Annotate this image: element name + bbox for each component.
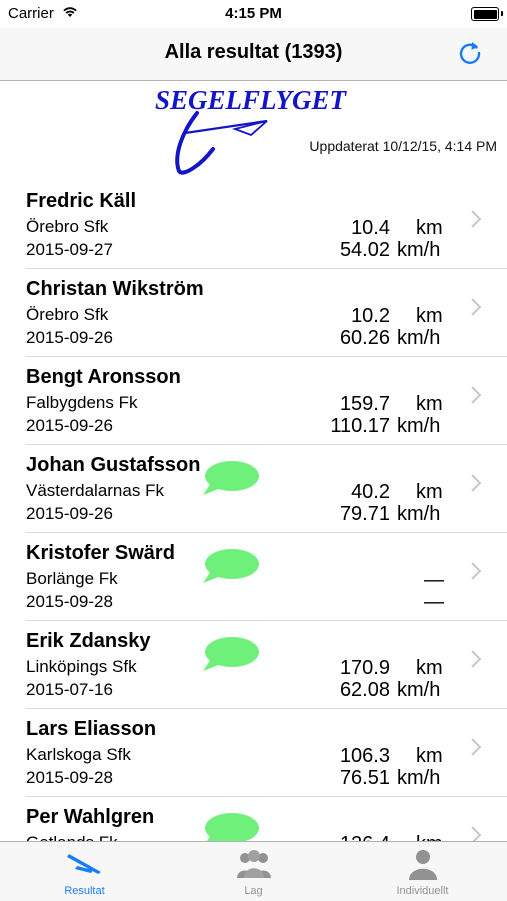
club-name: Karlskoga Sfk — [26, 745, 131, 764]
tab-bar: Resultat Lag Individuellt — [0, 841, 507, 901]
list-header: SEGELFLYGET Uppdaterat 10/12/15, 4:14 PM — [0, 81, 507, 181]
chevron-right-icon — [470, 473, 482, 493]
tab-resultat[interactable]: Resultat — [0, 842, 169, 901]
pilot-name: Per Wahlgren — [26, 806, 155, 828]
updated-timestamp: Uppdaterat 10/12/15, 4:14 PM — [309, 138, 497, 154]
club-name: Linköpings Sfk — [26, 657, 137, 676]
tab-individuellt[interactable]: Individuellt — [338, 842, 507, 901]
speed-value: 60.26 — [339, 327, 390, 349]
club-name: Falbygdens Fk — [26, 393, 138, 412]
segelflyget-logo: SEGELFLYGET — [155, 83, 355, 183]
comment-bubble-icon — [201, 547, 259, 587]
speed-value: 62.08 — [339, 679, 390, 701]
flight-date: 2015-09-26 — [26, 504, 113, 523]
pilot-name: Kristofer Swärd — [26, 542, 175, 564]
pilot-name: Christan Wikström — [26, 278, 204, 300]
speed-unit: km/h — [397, 767, 441, 789]
result-row[interactable]: Erik Zdansky Linköpings Sfk 2015-07-16 170.… — [0, 621, 507, 709]
result-row[interactable]: Per Wahlgren Gotlands Fk 126.4 km — [0, 797, 507, 841]
result-row[interactable]: Christan Wikström Örebro Sfk 2015-09-26 10.… — [0, 269, 507, 357]
pilot-name: Lars Eliasson — [26, 718, 157, 740]
distance-value: — — [424, 569, 444, 591]
speed-unit: km/h — [397, 327, 441, 349]
distance-unit: km — [416, 745, 443, 767]
tab-label-individuellt: Individuellt — [396, 885, 449, 897]
club-name: Borlänge Fk — [26, 569, 118, 588]
clock: 4:15 PM — [225, 5, 282, 22]
distance-unit: km — [416, 657, 443, 679]
flight-date: 2015-09-28 — [26, 592, 113, 611]
comment-bubble-icon — [201, 635, 259, 675]
tab-label-resultat: Resultat — [64, 885, 105, 897]
chevron-right-icon — [470, 385, 482, 405]
pilot-name: Fredric Käll — [26, 190, 137, 212]
pilot-name: Bengt Aronsson — [26, 366, 181, 388]
distance-unit: km — [416, 393, 443, 415]
speed-unit: km/h — [397, 239, 441, 261]
comment-bubble-icon — [201, 811, 259, 841]
distance-value: 10.4 — [351, 217, 390, 239]
distance-unit: km — [416, 217, 443, 239]
refresh-icon[interactable] — [455, 38, 485, 68]
distance-value: 170.9 — [339, 657, 390, 679]
chevron-right-icon — [470, 209, 482, 229]
distance-value: 10.2 — [351, 305, 390, 327]
navigation-bar: Alla resultat (1393) — [0, 28, 507, 81]
result-row[interactable]: Lars Eliasson Karlskoga Sfk 2015-09-28 106.… — [0, 709, 507, 797]
chevron-right-icon — [470, 649, 482, 669]
chevron-right-icon — [470, 297, 482, 317]
distance-value: 106.3 — [339, 745, 390, 767]
result-row[interactable]: Kristofer Swärd Borlänge Fk 2015-09-28 — — — [0, 533, 507, 621]
speed-value: 79.71 — [339, 503, 390, 525]
distance-unit: km — [416, 481, 443, 503]
speed-unit: km/h — [397, 503, 441, 525]
logo-text: SEGELFLYGET — [155, 85, 348, 115]
page-title: Alla resultat (1393) — [164, 41, 343, 63]
battery-icon — [471, 7, 499, 21]
speed-value: 54.02 — [339, 239, 390, 261]
chevron-right-icon — [470, 561, 482, 581]
flight-date: 2015-09-26 — [26, 416, 113, 435]
speed-value: 110.17 — [330, 415, 390, 437]
club-name: Västerdalarnas Fk — [26, 481, 164, 500]
battery-tip — [501, 11, 503, 16]
club-name: Gotlands Fk — [26, 833, 118, 841]
result-row[interactable]: Fredric Käll Örebro Sfk 2015-09-27 10.4 km 54… — [0, 181, 507, 269]
flight-date: 2015-09-28 — [26, 768, 113, 787]
flight-date: 2015-09-27 — [26, 240, 113, 259]
flight-date: 2015-09-26 — [26, 328, 113, 347]
club-name: Örebro Sfk — [26, 217, 109, 236]
speed-unit: km/h — [397, 679, 441, 701]
status-bar: Carrier 4:15 PM — [0, 0, 507, 28]
distance-value: 159.7 — [339, 393, 390, 415]
comment-bubble-icon — [201, 459, 259, 499]
distance-value: 126.4 — [340, 833, 390, 841]
speed-value: — — [424, 591, 444, 613]
chevron-right-icon — [470, 825, 482, 841]
person-icon — [403, 848, 443, 885]
speed-unit: km/h — [397, 415, 441, 437]
results-list: Fredric Käll Örebro Sfk 2015-09-27 10.4 km 54… — [0, 181, 507, 841]
result-row[interactable]: Johan Gustafsson Västerdalarnas Fk 2015-09… — [0, 445, 507, 533]
group-icon — [234, 848, 274, 885]
pilot-name: Erik Zdansky — [26, 630, 151, 652]
distance-unit: km — [416, 305, 443, 327]
tab-label-lag: Lag — [244, 885, 263, 897]
distance-value: 40.2 — [351, 481, 390, 503]
result-row[interactable]: Bengt Aronsson Falbygdens Fk 2015-09-26 159… — [0, 357, 507, 445]
speed-value: 76.51 — [339, 767, 390, 789]
club-name: Örebro Sfk — [26, 305, 109, 324]
chevron-right-icon — [470, 737, 482, 757]
flight-date: 2015-07-16 — [26, 680, 113, 699]
glider-icon — [65, 848, 105, 885]
pilot-name: Johan Gustafsson — [26, 454, 201, 476]
tab-lag[interactable]: Lag — [169, 842, 338, 901]
distance-unit: km — [416, 833, 443, 841]
